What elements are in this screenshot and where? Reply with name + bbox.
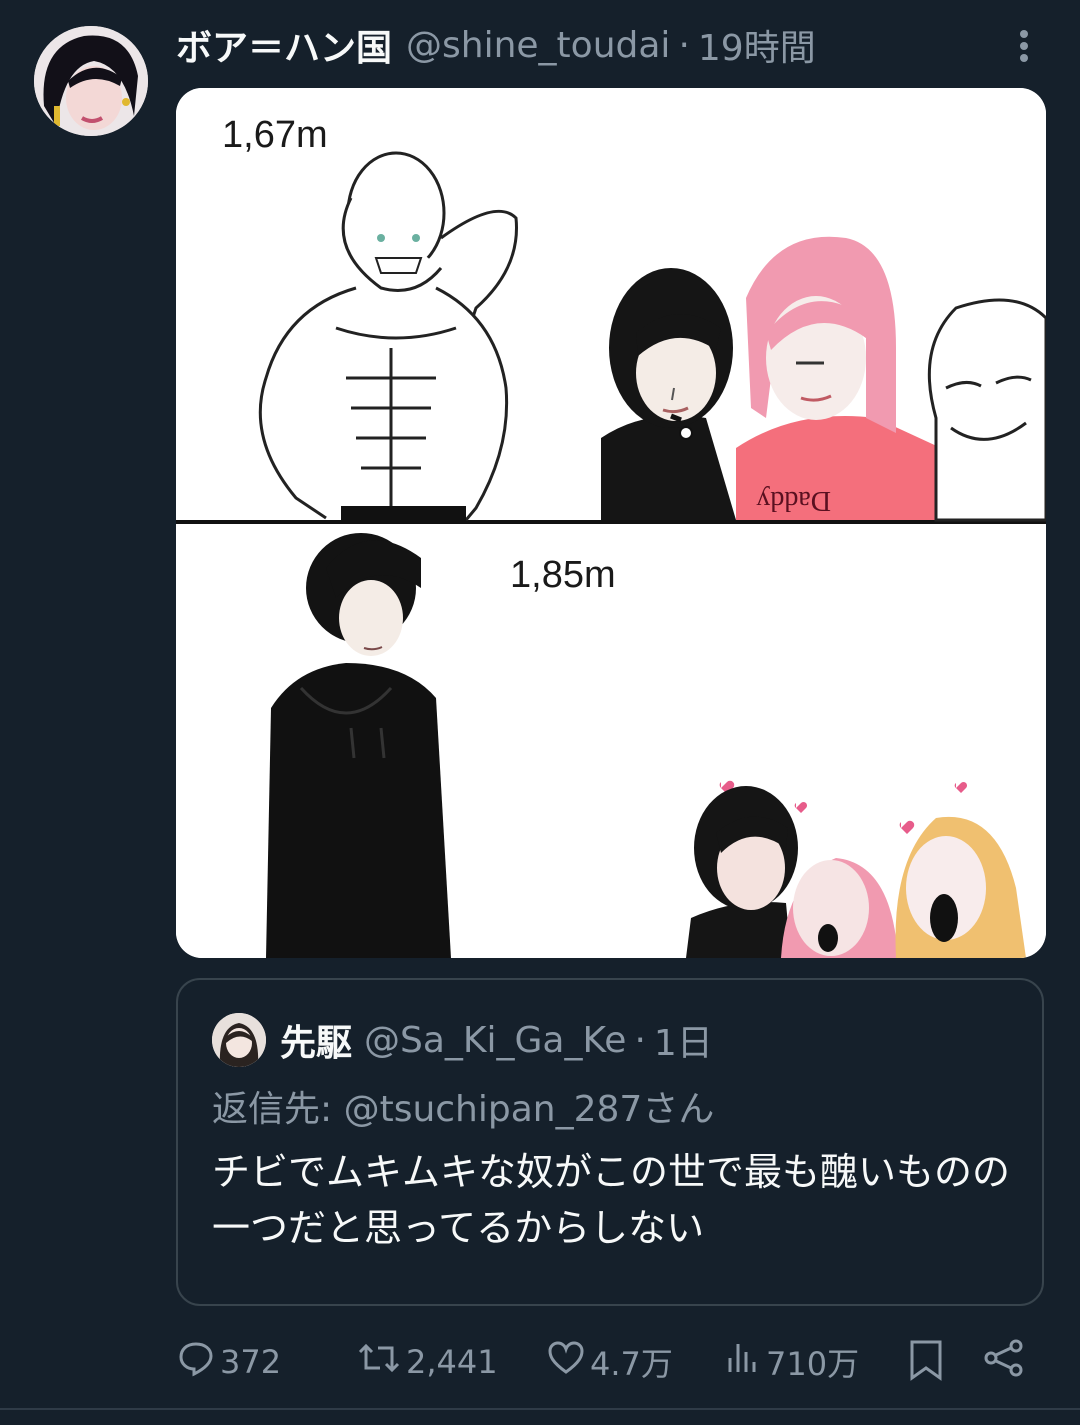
top-height-label: 1,67m (222, 114, 328, 156)
quoted-author-name: 先駆 (280, 1023, 353, 1064)
author-handle[interactable]: @shine_toudai (406, 25, 670, 66)
bookmark-button[interactable] (906, 1338, 950, 1390)
quoted-tweet-text: チビでムキムキな奴がこの世で最も醜いものの一つだと思ってるからしない (212, 1150, 1011, 1250)
like-count: 4.7万 (590, 1345, 673, 1383)
quoted-tweet-header: 先駆 @Sa_Ki_Ga_Ke · 1日 (212, 1012, 713, 1068)
author-name[interactable]: ボア＝ハン国 (176, 19, 392, 71)
views-count: 710万 (766, 1345, 860, 1383)
author-avatar[interactable] (34, 26, 148, 136)
shirt-text: Daddy (756, 485, 831, 516)
heart-icon (546, 1338, 590, 1386)
retweet-button[interactable]: 2,441 (356, 1338, 498, 1386)
like-button[interactable]: 4.7万 (546, 1338, 673, 1386)
separator-dot: · (678, 24, 690, 66)
bookmark-icon (906, 1338, 950, 1390)
tweet-header: ボア＝ハン国 @shine_toudai · 19時間 (176, 20, 816, 70)
views-button[interactable]: 710万 (722, 1338, 859, 1386)
share-icon (982, 1338, 1030, 1386)
share-button[interactable] (982, 1338, 1030, 1386)
quoted-tweet[interactable]: 先駆 @Sa_Ki_Ga_Ke · 1日 返信先: @tsuchipan_287… (176, 978, 1044, 1306)
reply-to-text: 返信先: @tsuchipan_287さん (212, 1089, 715, 1130)
more-options-icon[interactable] (1004, 26, 1044, 66)
tweet-time[interactable]: 19時間 (698, 19, 816, 71)
quoted-time: 1日 (653, 1023, 713, 1064)
views-chart-icon (722, 1338, 766, 1386)
retweet-count: 2,441 (406, 1343, 498, 1381)
bottom-height-label: 1,85m (510, 554, 616, 596)
quoted-separator-dot: · (634, 1019, 646, 1061)
tweet-action-bar: 372 2,441 4.7万 710万 (0, 1330, 1080, 1390)
reply-icon (176, 1338, 220, 1386)
quoted-author-avatar (212, 1013, 266, 1067)
reply-count: 372 (220, 1343, 282, 1381)
reply-button[interactable]: 372 (176, 1338, 281, 1386)
divider (0, 1408, 1080, 1410)
quoted-author-handle: @Sa_Ki_Ga_Ke (364, 1019, 627, 1061)
tweet-media-image[interactable]: Daddy 1,67m 1,85m (176, 88, 1046, 958)
retweet-icon (356, 1338, 406, 1386)
